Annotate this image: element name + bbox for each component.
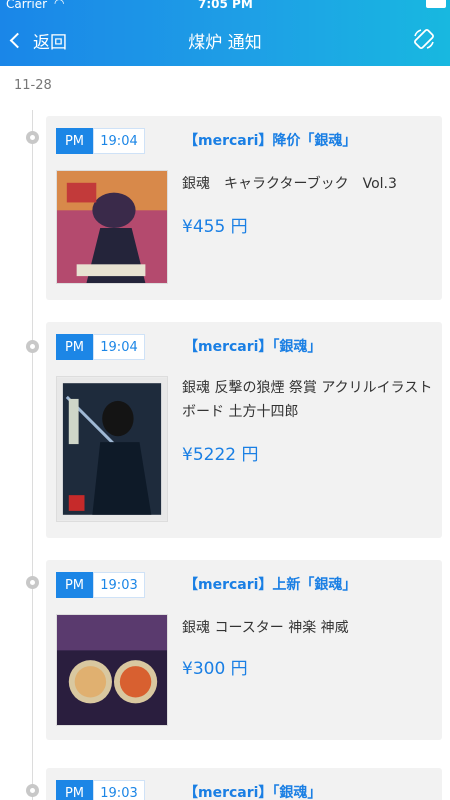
notification-card[interactable]: PM 19:03 【mercari】「銀魂」	[46, 768, 442, 800]
ampm-label: PM	[56, 572, 93, 598]
time-badge: PM 19:03	[56, 572, 145, 598]
rotate-screen-icon[interactable]	[412, 27, 436, 51]
ampm-label: PM	[56, 128, 93, 154]
time-badge: PM 19:03	[56, 780, 145, 800]
product-price: ¥455 円	[182, 217, 248, 237]
notification-title: 【mercari】「銀魂」	[184, 785, 322, 800]
product-name: 銀魂 反撃の狼煙 祭賞 アクリルイラストボード 土方十四郎	[182, 380, 433, 420]
wifi-icon: ◠	[54, 0, 65, 10]
notification-title: 【mercari】上新「銀魂」	[184, 577, 357, 593]
notification-card[interactable]: PM 19:04 【mercari】「銀魂」 銀魂 反撃の狼煙 祭賞 アクリルイ…	[46, 322, 442, 538]
notification-title: 【mercari】「銀魂」	[184, 339, 322, 355]
timeline-line	[32, 110, 33, 800]
notification-title: 【mercari】降价「銀魂」	[184, 133, 357, 149]
product-name: 銀魂 コースター 神楽 神威	[182, 620, 349, 636]
time-label: 19:04	[93, 334, 145, 360]
time-badge: PM 19:04	[56, 128, 145, 154]
timeline-dot	[26, 340, 39, 353]
product-thumbnail[interactable]	[56, 170, 168, 284]
product-thumbnail[interactable]	[56, 376, 168, 522]
ampm-label: PM	[56, 334, 93, 360]
time-label: 19:03	[93, 572, 145, 598]
timeline-dot	[26, 576, 39, 589]
time-badge: PM 19:04	[56, 334, 145, 360]
date-header: 11-28	[14, 78, 52, 93]
page-title: 煤炉 通知	[188, 33, 262, 53]
header-bar: Carrier ◠ 7:05 PM 返回 煤炉 通知	[0, 0, 450, 66]
timeline-dot	[26, 784, 39, 797]
time-label: 19:03	[93, 780, 145, 800]
notification-card[interactable]: PM 19:04 【mercari】降价「銀魂」 銀魂 キャラクターブック Vo…	[46, 116, 442, 300]
time-label: 19:04	[93, 128, 145, 154]
status-time: 7:05 PM	[198, 0, 253, 11]
timeline-dot	[26, 131, 39, 144]
product-price: ¥300 円	[182, 659, 248, 679]
battery-icon	[426, 0, 446, 8]
notification-card[interactable]: PM 19:03 【mercari】上新「銀魂」 銀魂 コースター 神楽 神威 …	[46, 560, 442, 740]
product-price: ¥5222 円	[182, 445, 259, 465]
product-thumbnail[interactable]	[56, 614, 168, 726]
carrier-label: Carrier	[6, 0, 48, 11]
product-name: 銀魂 キャラクターブック Vol.3	[182, 176, 397, 192]
status-bar: Carrier ◠ 7:05 PM	[0, 0, 450, 14]
ampm-label: PM	[56, 780, 93, 800]
